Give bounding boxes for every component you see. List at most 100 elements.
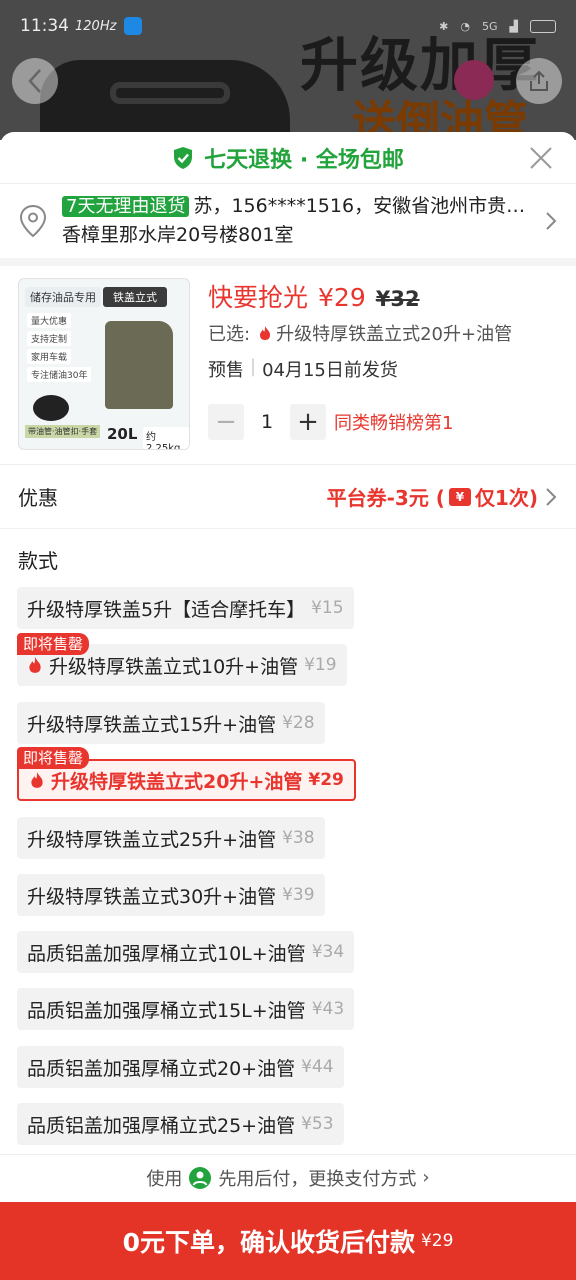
share-button[interactable] [516, 58, 562, 104]
battery-icon [530, 19, 556, 33]
product-thumbnail[interactable]: 储存油品专用 铁盖立式 量大优惠 支持定制 家用车载 专注储油30年 带油管·油… [18, 278, 190, 450]
selected-value: 升级特厚铁盖立式20升+油管 [276, 324, 513, 345]
option-name: 升级特厚铁盖立式10升+油管 [49, 655, 299, 678]
coupon-icon: ¥ [448, 487, 471, 506]
thumb-feature: 专注储油30年 [27, 367, 92, 382]
network-label: 5G [482, 19, 498, 33]
submit-order-button[interactable]: 0元下单，确认收货后付款 ¥29 [0, 1202, 576, 1280]
chevron-left-icon [28, 69, 41, 93]
status-bar: 11:34 120Hz ✱ ◔ 5G ▟ [0, 0, 576, 52]
option-name: 品质铝盖加强厚桶立式15L+油管 [27, 999, 306, 1022]
address-text: 7天无理由退货 苏，156****1516，安徽省池州市贵… 香樟里那水岸20号楼… [62, 192, 534, 250]
thumb-volume: 20L [107, 425, 138, 443]
close-icon[interactable] [528, 145, 554, 171]
presale-info: 预售 | 04月15日前发货 [208, 356, 398, 381]
sold-out-soon-badge: 即将售罄 [17, 633, 90, 655]
option-price: ¥34 [311, 942, 345, 962]
thumb-tag-type: 铁盖立式 [103, 287, 167, 307]
location-pin-icon [19, 204, 47, 238]
fuel-can-image [105, 321, 173, 409]
selected-variant: 已选: 升级特厚铁盖立式20升+油管 [208, 320, 558, 346]
return-policy-tag: 7天无理由退货 [62, 196, 190, 217]
payment-prefix: 使用 [146, 1168, 183, 1190]
address-line1: 苏，156****1516，安徽省池州市贵… [193, 195, 526, 217]
product-info: 快要抢光 ¥29 ¥32 已选: 升级特厚铁盖立式20升+油管 预售 | 04月… [190, 278, 558, 450]
thumb-feature: 支持定制 [27, 331, 72, 346]
style-option[interactable]: 升级特厚铁盖立式30升+油管 ¥39 [17, 874, 325, 916]
option-name: 升级特厚铁盖5升【适合摩托车】 [27, 598, 306, 621]
background-badge [454, 60, 494, 100]
option-price: ¥29 [308, 770, 344, 790]
option-name: 升级特厚铁盖立式25升+油管 [27, 828, 277, 851]
address-line2: 香樟里那水岸20号楼801室 [62, 224, 294, 246]
submit-amount: ¥29 [420, 1231, 454, 1251]
style-option[interactable]: 品质铝盖加强厚桶立式25+油管 ¥53 [17, 1103, 344, 1145]
submit-label: 0元下单，确认收货后付款 [122, 1228, 415, 1257]
style-option[interactable]: 品质铝盖加强厚桶立式20+油管 ¥44 [17, 1046, 344, 1088]
bestseller-rank: 同类畅销榜第1 [334, 413, 454, 434]
back-button[interactable] [12, 58, 58, 104]
style-option[interactable]: 升级特厚铁盖立式15升+油管 ¥28 [17, 702, 325, 744]
option-price: ¥39 [282, 885, 315, 905]
style-section-title: 款式 [18, 549, 58, 573]
payment-method-row[interactable]: 使用 先用后付，更换支付方式 › [0, 1154, 576, 1200]
increase-quantity-button[interactable]: + [290, 404, 326, 440]
guarantee-banner: 七天退换 · 全场包邮 [172, 142, 404, 174]
guarantee-text: 七天退换 · 全场包邮 [204, 147, 404, 173]
thumb-feature: 量大优惠 [27, 313, 72, 328]
style-option[interactable]: 升级特厚铁盖立式25升+油管 ¥38 [17, 817, 325, 859]
option-price: ¥38 [282, 828, 315, 848]
option-name: 品质铝盖加强厚桶立式10L+油管 [27, 942, 306, 965]
bluetooth-icon: ✱ [439, 19, 449, 33]
chevron-right-icon: › [422, 1167, 430, 1188]
wifi-icon: ◔ [460, 19, 470, 33]
background-product-image [40, 60, 290, 140]
option-name: 升级特厚铁盖立式15升+油管 [27, 713, 277, 736]
quantity-stepper: − 1 + 同类畅销榜第1 [208, 404, 558, 440]
option-price: ¥43 [311, 999, 345, 1019]
chevron-right-icon [546, 487, 557, 506]
promotion-coupon: 平台券-3元 ( [326, 486, 445, 510]
original-price: ¥32 [375, 287, 420, 311]
option-price: ¥19 [304, 655, 337, 675]
style-option[interactable]: 品质铝盖加强厚桶立式15L+油管 ¥43 [17, 988, 355, 1030]
style-option[interactable]: 升级特厚铁盖5升【适合摩托车】 ¥15 [17, 587, 354, 629]
status-refresh-rate: 120Hz [75, 18, 117, 34]
thumb-accessories-tag: 带油管·油管扣·手套 [25, 425, 101, 438]
product-summary: 储存油品专用 铁盖立式 量大优惠 支持定制 家用车载 专注储油30年 带油管·油… [0, 266, 576, 465]
status-time: 11:34 [20, 16, 69, 36]
shield-check-icon [174, 146, 193, 169]
option-price: ¥15 [311, 598, 344, 618]
sheet-header: 七天退换 · 全场包邮 [0, 132, 576, 184]
quantity-value[interactable]: 1 [244, 411, 290, 433]
thumb-weight: 约2.25kg [143, 427, 189, 449]
thumb-feature: 家用车载 [27, 349, 72, 364]
presale-label: 预售 [208, 360, 244, 381]
payment-method: 先用后付，更换支付方式 [218, 1168, 417, 1190]
current-price: ¥29 [318, 283, 366, 312]
sold-out-soon-badge: 即将售罄 [17, 747, 90, 769]
option-name: 品质铝盖加强厚桶立式25+油管 [27, 1114, 296, 1137]
chevron-right-icon [546, 212, 557, 230]
option-price: ¥44 [301, 1057, 334, 1077]
style-options: 升级特厚铁盖5升【适合摩托车】 ¥15 即将售罄 升级特厚铁盖立式10升+油管 ¥1… [0, 577, 576, 1177]
promotion-label: 优惠 [18, 486, 58, 510]
promotion-row[interactable]: 优惠 平台券-3元 ( ¥ 仅1次) [0, 465, 576, 529]
app-notification-icon [124, 17, 143, 35]
option-price: ¥28 [282, 713, 315, 733]
promotion-value: 平台券-3元 ( ¥ 仅1次) [327, 482, 538, 511]
decrease-quantity-button[interactable]: − [208, 404, 244, 440]
rush-label: 快要抢光 [208, 283, 309, 312]
hose-image [33, 395, 69, 421]
signal-icon: ▟ [509, 19, 518, 33]
option-name: 升级特厚铁盖立式20升+油管 [51, 770, 303, 793]
address-row[interactable]: 7天无理由退货 苏，156****1516，安徽省池州市贵… 香樟里那水岸20号楼… [0, 184, 576, 266]
order-sheet: 七天退换 · 全场包邮 7天无理由退货 苏，156****1516，安徽省池州市贵… [0, 132, 576, 1280]
flame-icon [31, 772, 43, 788]
flame-icon [260, 326, 271, 340]
pay-later-icon [189, 1166, 212, 1189]
style-option[interactable]: 品质铝盖加强厚桶立式10L+油管 ¥34 [17, 931, 355, 973]
selected-prefix: 已选: [208, 324, 251, 345]
thumb-tag-storage: 储存油品专用 [25, 287, 101, 307]
flame-icon [29, 657, 41, 673]
